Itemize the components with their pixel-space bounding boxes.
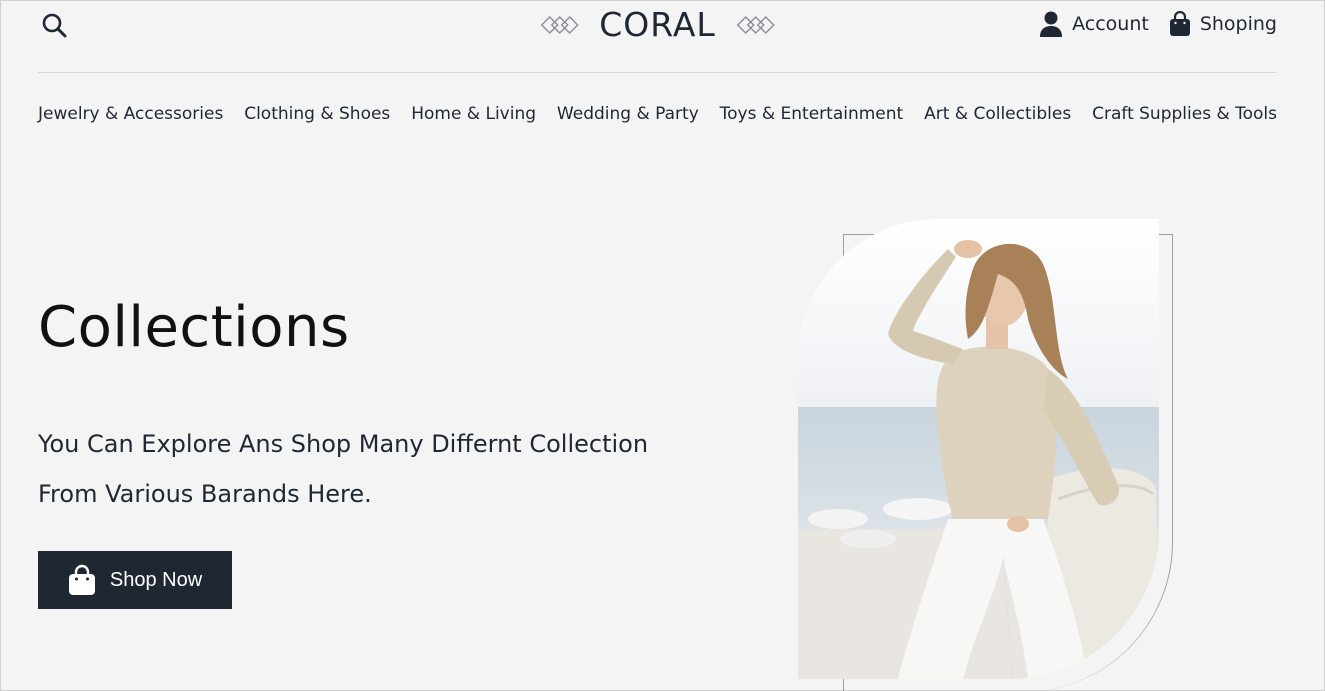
hero-text-line: You Can Explore Ans Shop Many Differnt C… (38, 430, 649, 458)
search-icon[interactable] (40, 11, 68, 39)
logo-ornament-icon (736, 15, 775, 34)
site-header: CORAL Account Shoping (38, 1, 1277, 73)
header-actions: Account Shoping (1039, 10, 1277, 38)
logo[interactable]: CORAL (539, 5, 776, 44)
page: CORAL Account Shoping Jewelry & Accessor… (0, 0, 1325, 691)
brand-name: CORAL (599, 5, 716, 44)
shopping-bag-icon (1169, 11, 1190, 36)
nav-item-clothing-shoes[interactable]: Clothing & Shoes (244, 104, 390, 124)
shopping-bag-icon (68, 564, 95, 595)
nav-item-craft-supplies-tools[interactable]: Craft Supplies & Tools (1092, 104, 1277, 124)
nav-item-art-collectibles[interactable]: Art & Collectibles (924, 104, 1071, 124)
shop-now-button[interactable]: Shop Now (38, 551, 232, 609)
hero-image (798, 219, 1159, 679)
hero-title: Collections (38, 295, 350, 360)
account-link[interactable]: Account (1039, 10, 1149, 38)
nav-item-jewelry-accessories[interactable]: Jewelry & Accessories (38, 104, 223, 124)
shopping-label: Shoping (1199, 13, 1277, 35)
shop-now-label: Shop Now (109, 568, 203, 591)
category-nav: Jewelry & Accessories Clothing & Shoes H… (38, 104, 1277, 124)
user-icon (1040, 11, 1063, 37)
logo-ornament-icon (540, 15, 579, 34)
hero-text-line: From Various Barands Here. (38, 480, 372, 508)
nav-item-home-living[interactable]: Home & Living (411, 104, 536, 124)
shopping-link[interactable]: Shoping (1169, 11, 1277, 37)
nav-item-wedding-party[interactable]: Wedding & Party (557, 104, 699, 124)
nav-item-toys-entertainment[interactable]: Toys & Entertainment (720, 104, 904, 124)
hero-description: You Can Explore Ans Shop Many Differnt C… (38, 419, 718, 519)
account-label: Account (1072, 13, 1149, 35)
